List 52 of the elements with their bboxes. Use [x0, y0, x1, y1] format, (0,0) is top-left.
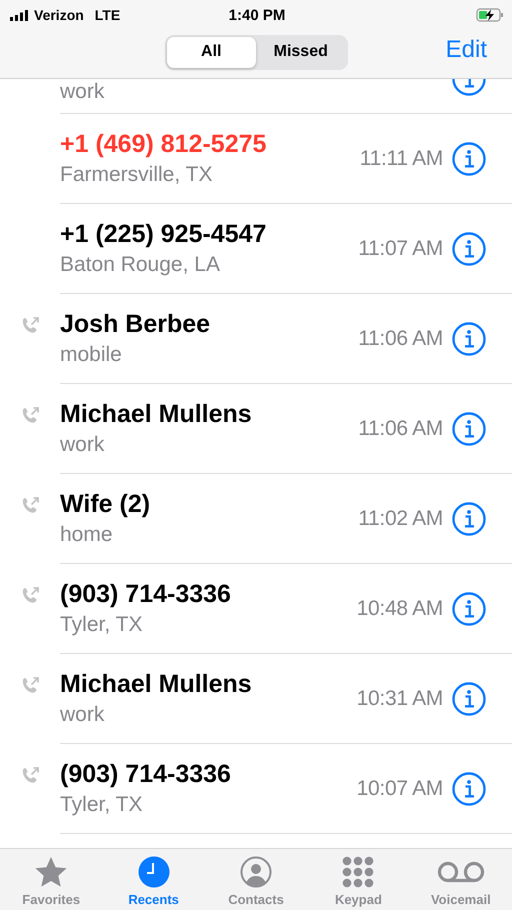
carrier-name: Verizon: [34, 7, 84, 23]
call-label: home: [60, 523, 113, 547]
info-icon[interactable]: [452, 412, 486, 446]
edit-button[interactable]: Edit: [446, 34, 487, 66]
call-time: 11:06 AM: [358, 326, 443, 350]
network-type: LTE: [94, 7, 120, 23]
call-label: Tyler, TX: [60, 613, 142, 637]
info-icon[interactable]: [452, 322, 486, 356]
caller-name: Wife (2): [60, 490, 150, 519]
tab-bar-item[interactable]: Keypad: [307, 849, 410, 910]
call-time: 11:02 AM: [358, 506, 443, 530]
call-time: 10:31 AM: [356, 686, 443, 710]
contacts-icon: [240, 856, 272, 888]
call-time: 10:48 AM: [356, 596, 443, 620]
call-label: work: [60, 433, 104, 457]
caller-name: Michael Mullens: [60, 400, 252, 429]
info-icon[interactable]: [452, 79, 486, 96]
favorites-icon: [34, 856, 68, 888]
call-label: Baton Rouge, LA: [60, 253, 220, 277]
info-icon[interactable]: [452, 232, 486, 266]
caller-name: Michael Mullens: [60, 670, 252, 699]
voicemail-icon: [436, 860, 485, 884]
clock-time: 1:40 PM: [228, 6, 286, 24]
tab-bar-item[interactable]: Favorites: [0, 849, 102, 910]
tab-bar-item[interactable]: Contacts: [204, 849, 308, 910]
call-label: work: [60, 703, 104, 727]
call-label: Tyler, TX: [60, 793, 142, 817]
caller-name: (903) 714-3336: [60, 760, 231, 789]
segment-tab[interactable]: Missed: [256, 36, 346, 68]
caller-name: +1 (225) 925-4547: [60, 220, 266, 249]
call-label: mobile: [60, 343, 122, 367]
call-time: 11:06 AM: [358, 416, 443, 440]
info-icon[interactable]: [452, 772, 486, 806]
segment-tab[interactable]: All: [166, 36, 256, 68]
battery-charging-icon: [476, 8, 504, 22]
signal-icon: [10, 10, 29, 20]
tab-bar-item[interactable]: Recents: [102, 849, 205, 910]
caller-name: Josh Berbee: [60, 310, 210, 339]
caller-name: (903) 714-3336: [60, 580, 231, 609]
info-icon[interactable]: [452, 592, 486, 626]
info-icon[interactable]: [452, 502, 486, 536]
tab-bar-item[interactable]: Voicemail: [410, 849, 512, 910]
keypad-icon: [342, 856, 374, 888]
call-time: 11:11 AM: [360, 146, 443, 170]
call-label: Farmersville, TX: [60, 163, 212, 187]
info-icon[interactable]: [452, 142, 486, 176]
info-icon[interactable]: [452, 682, 486, 716]
recents-icon: [138, 856, 170, 888]
caller-name: +1 (469) 812-5275: [60, 130, 266, 159]
call-time: 11:07 AM: [358, 236, 443, 260]
call-time: 10:07 AM: [356, 776, 443, 800]
call-label: work: [60, 80, 104, 104]
